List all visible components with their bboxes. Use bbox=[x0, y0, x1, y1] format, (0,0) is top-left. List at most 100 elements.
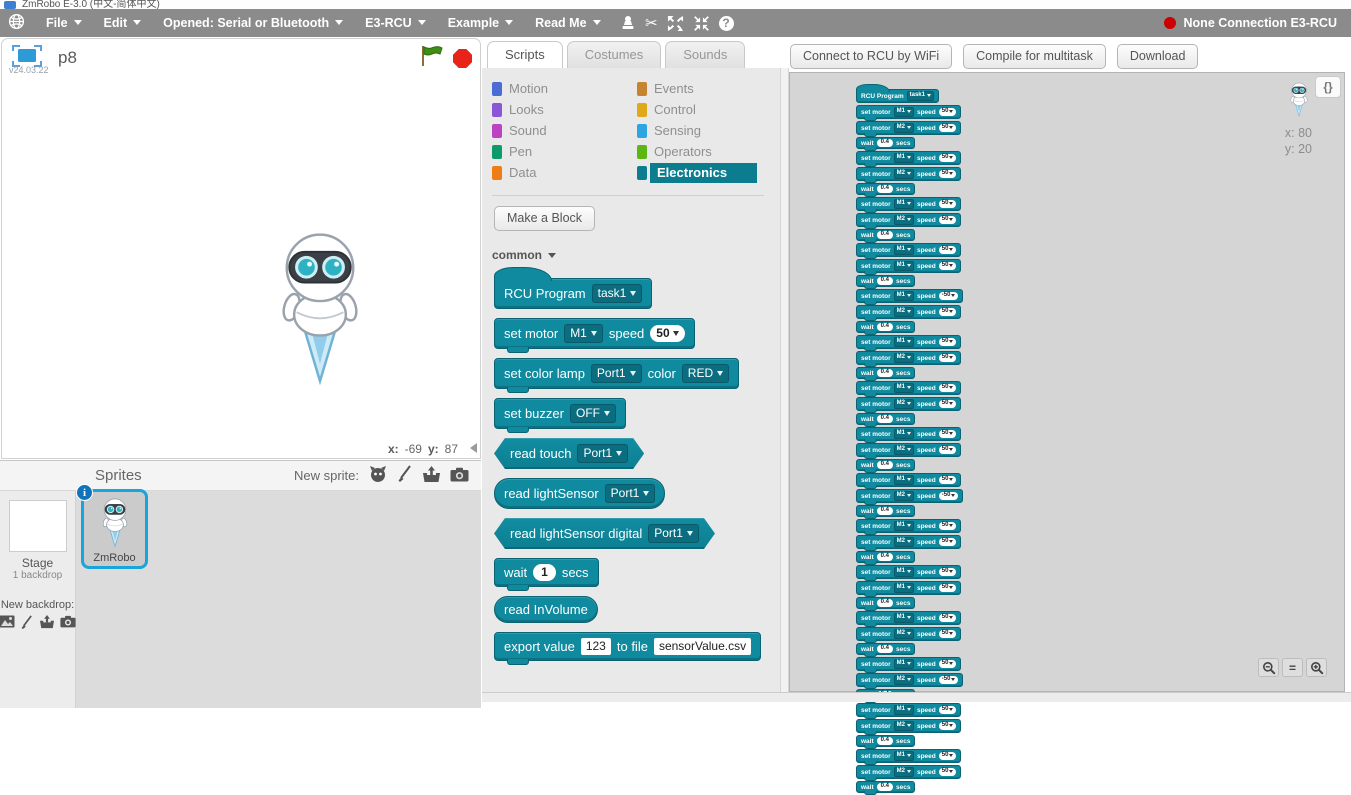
read-involume-block[interactable]: read InVolume bbox=[494, 596, 598, 623]
value-dropdown[interactable]: 50 bbox=[939, 246, 957, 254]
script-set-motor-block[interactable]: set motorM2speed50 bbox=[856, 213, 961, 227]
set-motor-block[interactable]: set motorM1speed50 bbox=[494, 318, 695, 349]
value-dropdown[interactable]: 50 bbox=[939, 706, 957, 714]
script-wait-block[interactable]: wait0.4secs bbox=[856, 505, 915, 517]
category-data[interactable]: Data bbox=[492, 162, 637, 183]
dropdown[interactable]: M2 bbox=[894, 721, 914, 731]
dropdown[interactable]: M2 bbox=[894, 353, 914, 363]
value-dropdown[interactable]: 50 bbox=[939, 768, 957, 776]
script-set-motor-block[interactable]: set motorM1speed50 bbox=[856, 427, 961, 441]
value-dropdown[interactable]: 50 bbox=[939, 430, 957, 438]
script-set-motor-block[interactable]: set motorM2speed50 bbox=[856, 305, 961, 319]
menu-example[interactable]: Example bbox=[437, 16, 524, 30]
dropdown[interactable]: M1 bbox=[894, 261, 914, 271]
category-events[interactable]: Events bbox=[637, 78, 780, 99]
script-set-motor-block[interactable]: set motorM1speed-50 bbox=[856, 289, 963, 303]
category-motion[interactable]: Motion bbox=[492, 78, 637, 99]
value-dropdown[interactable]: 50 bbox=[939, 400, 957, 408]
script-wait-block[interactable]: wait0.4secs bbox=[856, 321, 915, 333]
dropdown[interactable]: Port1 bbox=[605, 484, 656, 503]
value-input[interactable]: 0.4 bbox=[877, 599, 893, 607]
dropdown[interactable]: M2 bbox=[894, 537, 914, 547]
dropdown[interactable]: M1 bbox=[894, 613, 914, 623]
connect-to-rcu-by-wifi-button[interactable]: Connect to RCU by WiFi bbox=[790, 44, 952, 69]
value-dropdown[interactable]: 50 bbox=[939, 568, 957, 576]
script-wait-block[interactable]: wait0.4secs bbox=[856, 597, 915, 609]
dropdown[interactable]: M2 bbox=[894, 675, 914, 685]
value-dropdown[interactable]: 50 bbox=[939, 308, 957, 316]
value-dropdown[interactable]: 50 bbox=[939, 722, 957, 730]
menu-edit[interactable]: Edit bbox=[93, 16, 153, 30]
script-set-motor-block[interactable]: set motorM1speed50 bbox=[856, 703, 961, 717]
value-dropdown[interactable]: 50 bbox=[939, 384, 957, 392]
dropdown[interactable]: M1 bbox=[894, 705, 914, 715]
globe-icon[interactable] bbox=[8, 13, 25, 33]
text-input[interactable]: sensorValue.csv bbox=[654, 638, 751, 655]
value-input[interactable]: 0.4 bbox=[877, 323, 893, 331]
category-sound[interactable]: Sound bbox=[492, 120, 637, 141]
stage-thumbnail[interactable] bbox=[9, 500, 67, 552]
sprite-library-icon[interactable] bbox=[368, 465, 388, 486]
value-dropdown[interactable]: 50 bbox=[939, 338, 957, 346]
script-set-motor-block[interactable]: set motorM1speed50 bbox=[856, 381, 961, 395]
set-color-lamp-block[interactable]: set color lampPort1colorRED bbox=[494, 358, 739, 389]
palette-scrollbar[interactable] bbox=[780, 68, 789, 692]
download-button[interactable]: Download bbox=[1117, 44, 1199, 69]
value-input[interactable]: 0.4 bbox=[877, 507, 893, 515]
dropdown[interactable]: OFF bbox=[570, 404, 616, 423]
dropdown[interactable]: Port1 bbox=[577, 444, 628, 463]
value-dropdown[interactable]: 50 bbox=[939, 660, 957, 668]
dropdown[interactable]: M1 bbox=[894, 107, 914, 117]
upload-icon[interactable] bbox=[422, 466, 441, 486]
paintbrush-icon[interactable] bbox=[20, 615, 34, 633]
value-input[interactable]: 1 bbox=[533, 564, 556, 581]
camera-icon[interactable] bbox=[450, 467, 469, 485]
script-wait-block[interactable]: wait0.4secs bbox=[856, 413, 915, 425]
script-set-motor-block[interactable]: set motorM1speed50 bbox=[856, 105, 961, 119]
dropdown[interactable]: M1 bbox=[564, 324, 603, 343]
value-dropdown[interactable]: 50 bbox=[939, 522, 957, 530]
stamp-icon[interactable] bbox=[620, 15, 636, 31]
script-set-motor-block[interactable]: set motorM1speed50 bbox=[856, 749, 961, 763]
category-control[interactable]: Control bbox=[637, 99, 780, 120]
script-set-motor-block[interactable]: set motorM1speed50 bbox=[856, 197, 961, 211]
value-input[interactable]: 0.4 bbox=[877, 461, 893, 469]
dropdown[interactable]: M1 bbox=[894, 521, 914, 531]
value-dropdown[interactable]: 50 bbox=[939, 584, 957, 592]
category-pen[interactable]: Pen bbox=[492, 141, 637, 162]
dropdown[interactable]: M1 bbox=[894, 245, 914, 255]
script-area[interactable]: RCU Programtask1set motorM1speed50set mo… bbox=[789, 72, 1345, 692]
project-name[interactable]: p8 bbox=[58, 48, 77, 68]
value-input[interactable]: 0.4 bbox=[877, 369, 893, 377]
menu-read-me[interactable]: Read Me bbox=[524, 16, 611, 30]
value-dropdown[interactable]: -50 bbox=[939, 292, 959, 300]
grow-icon[interactable] bbox=[667, 15, 684, 32]
tab-costumes[interactable]: Costumes bbox=[567, 41, 662, 69]
value-dropdown[interactable]: 50 bbox=[939, 614, 957, 622]
value-input[interactable]: 0.4 bbox=[877, 737, 893, 745]
dropdown[interactable]: M2 bbox=[894, 629, 914, 639]
green-flag-button[interactable] bbox=[420, 45, 444, 72]
script-set-motor-block[interactable]: set motorM1speed50 bbox=[856, 243, 961, 257]
script-set-motor-block[interactable]: set motorM1speed50 bbox=[856, 611, 961, 625]
zoom-in-button[interactable] bbox=[1306, 658, 1327, 677]
export-value-block[interactable]: export value123to filesensorValue.csv bbox=[494, 632, 761, 661]
zoom-out-button[interactable] bbox=[1258, 658, 1279, 677]
script-set-motor-block[interactable]: set motorM1speed50 bbox=[856, 565, 961, 579]
script-wait-block[interactable]: wait0.4secs bbox=[856, 183, 915, 195]
value-input[interactable]: 0.4 bbox=[877, 783, 893, 791]
dropdown[interactable]: M1 bbox=[894, 659, 914, 669]
script-set-motor-block[interactable]: set motorM1speed50 bbox=[856, 519, 961, 533]
menu-e3-rcu[interactable]: E3-RCU bbox=[354, 16, 437, 30]
value-dropdown[interactable]: 50 bbox=[939, 630, 957, 638]
value-input[interactable]: 0.4 bbox=[877, 185, 893, 193]
read-touch-block[interactable]: read touchPort1 bbox=[494, 438, 644, 469]
upload-icon[interactable] bbox=[39, 615, 55, 633]
tab-sounds[interactable]: Sounds bbox=[665, 41, 745, 69]
value-dropdown[interactable]: 50 bbox=[939, 216, 957, 224]
script-set-motor-block[interactable]: set motorM2speed50 bbox=[856, 167, 961, 181]
script-set-motor-block[interactable]: set motorM2speed50 bbox=[856, 121, 961, 135]
text-input[interactable]: 123 bbox=[581, 638, 611, 655]
value-dropdown[interactable]: 50 bbox=[939, 154, 957, 162]
dropdown[interactable]: Port1 bbox=[648, 524, 699, 543]
